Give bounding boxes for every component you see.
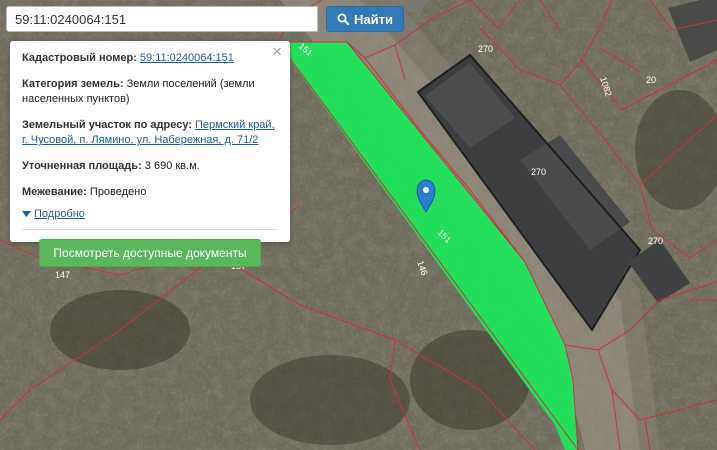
- parcel-number-label: 147: [55, 270, 70, 280]
- parcel-number-label: 270: [531, 167, 546, 177]
- caret-down-icon: [22, 211, 31, 217]
- details-toggle[interactable]: Подробно: [22, 207, 85, 222]
- cadastral-number-label: Кадастровый номер:: [22, 52, 137, 64]
- survey-value: Проведено: [89, 186, 147, 198]
- parcel-number-label: 270: [478, 44, 493, 54]
- tree-cluster: [250, 355, 410, 445]
- search-input[interactable]: [6, 6, 318, 32]
- survey-label: Межевание:: [22, 186, 87, 198]
- land-category-row: Категория земель: Земли поселений (земли…: [22, 77, 278, 107]
- cadastral-number-link[interactable]: 59:11:0240064:151: [140, 52, 234, 64]
- parcel-number-label: 270: [648, 236, 663, 246]
- parcel-info-popup: × Кадастровый номер: 59:11:0240064:151 К…: [10, 41, 290, 267]
- address-label: Земельный участок по адресу:: [22, 119, 192, 131]
- parcel-number-label: 20: [646, 75, 656, 85]
- address-row: Земельный участок по адресу: Пермский кр…: [22, 118, 278, 148]
- search-button-label: Найти: [354, 11, 393, 27]
- search-icon: [337, 13, 349, 25]
- details-toggle-wrap: Подробно: [22, 207, 278, 230]
- survey-row: Межевание: Проведено: [22, 185, 278, 200]
- cadastral-number-row: Кадастровый номер: 59:11:0240064:151: [22, 51, 278, 66]
- view-documents-button[interactable]: Посмотреть доступные документы: [39, 239, 261, 267]
- land-category-label: Категория земель:: [22, 78, 124, 90]
- search-button[interactable]: Найти: [326, 6, 404, 32]
- close-icon[interactable]: ×: [272, 43, 282, 60]
- area-value: 3 690 кв.м.: [144, 160, 200, 172]
- details-toggle-label: Подробно: [34, 208, 85, 220]
- search-bar: Найти: [6, 6, 404, 32]
- area-label: Уточненная площадь:: [22, 160, 142, 172]
- area-row: Уточненная площадь: 3 690 кв.м.: [22, 159, 278, 174]
